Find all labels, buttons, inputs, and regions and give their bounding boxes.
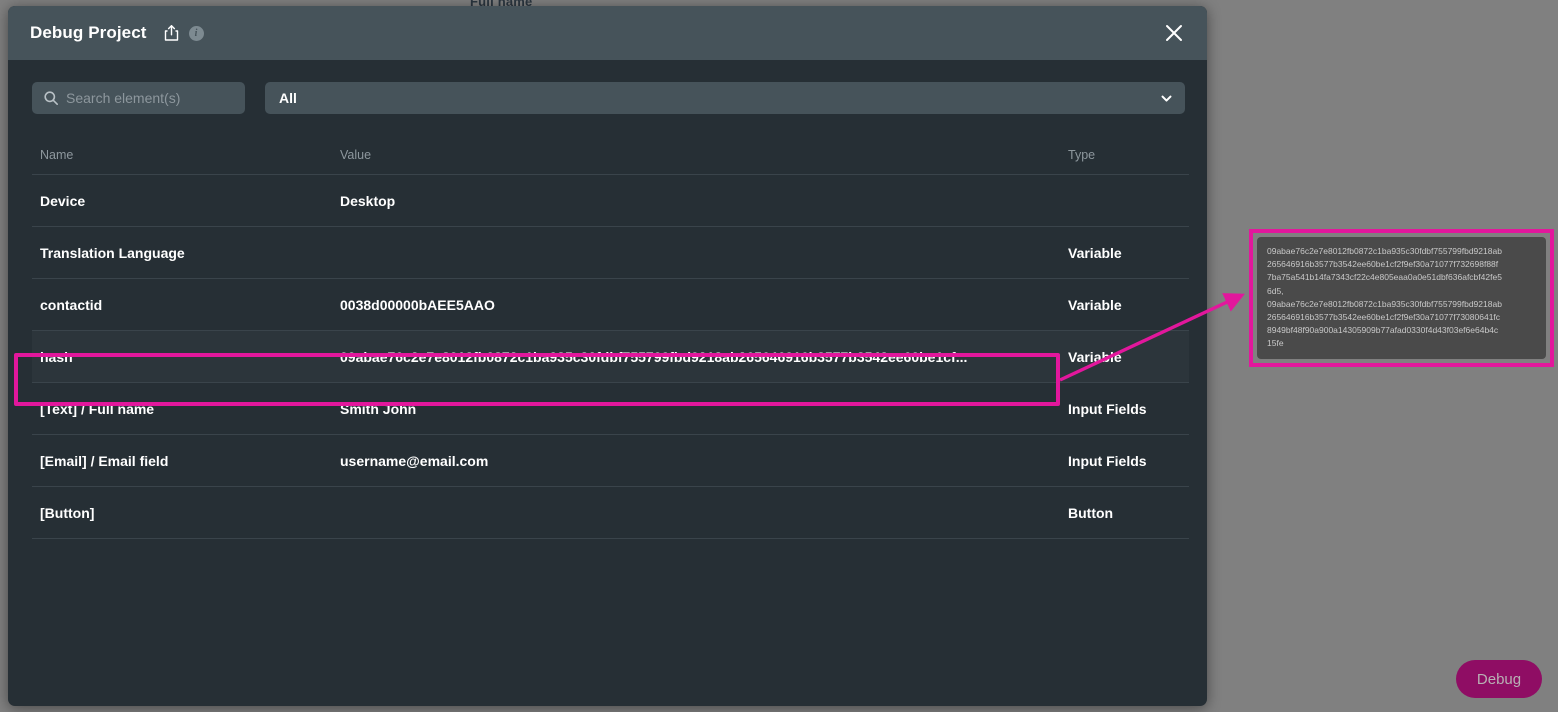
page-title: Debug Project (30, 23, 147, 42)
page-root: Full name Debug Debug Project i Search e… (0, 0, 1558, 712)
cell-value: Smith John (332, 382, 1060, 435)
tooltip-line: 09abae76c2e7e8012fb0872c1ba935c30fdbf755… (1267, 246, 1502, 256)
type-filter-value: All (279, 90, 297, 106)
cell-name: contactid (32, 278, 332, 331)
elements-table-body: Device Desktop Translation Language Variabl… (32, 174, 1189, 539)
table-row[interactable]: hash 09abae76c2e7e8012fb0872c1ba935c30fdb… (32, 330, 1189, 383)
elements-table: Name Value Type Device Desktop Translation… (32, 114, 1189, 539)
panel-controls: All (8, 60, 1207, 114)
cell-name: Device (32, 174, 332, 227)
tooltip-line: 7ba75a541b14fa7343cf22c4e805eaa0a0e51dbf… (1267, 272, 1502, 283)
table-row[interactable]: [Button] Button (32, 486, 1189, 539)
search-icon (43, 90, 59, 106)
table-row[interactable]: [Email] / Email field username@email.com I… (32, 434, 1189, 487)
cell-value (332, 226, 1060, 279)
cell-value: Desktop (332, 174, 1060, 227)
table-header-row: Name Value Type (32, 114, 1189, 175)
debug-fab-button[interactable]: Debug (1456, 660, 1542, 698)
cell-type: Button (1060, 486, 1189, 539)
share-icon[interactable] (163, 24, 180, 42)
chevron-down-icon (1160, 92, 1173, 105)
tooltip-line: 265646916b3577b3542ee60be1cf2f9ef30a7107… (1267, 259, 1499, 270)
table-row[interactable]: Device Desktop (32, 174, 1189, 227)
tooltip-line: 265646916b3577b3542ee60be1cf2f9ef30a7107… (1267, 312, 1501, 323)
cell-type: Input Fields (1060, 382, 1189, 435)
cell-type: Variable (1060, 330, 1189, 383)
table-row[interactable]: Translation Language Variable (32, 226, 1189, 279)
column-header-value: Value (332, 114, 1060, 175)
tooltip-line: 6d5, (1267, 285, 1284, 296)
tooltip-line: 15fe (1267, 338, 1284, 349)
cell-value: 0038d00000bAEE5AAO (332, 278, 1060, 331)
cell-name: [Button] (32, 486, 332, 539)
column-header-type: Type (1060, 114, 1189, 175)
info-icon[interactable]: i (188, 25, 204, 41)
header-icon-group: i (163, 24, 204, 42)
cell-type (1060, 174, 1189, 227)
column-header-name: Name (32, 114, 332, 175)
cell-value (332, 486, 1060, 539)
cell-name: hash (32, 330, 332, 383)
cell-type: Variable (1060, 278, 1189, 331)
tooltip-line: 8949bf48f90a900a14305909b77afad0330f4d43… (1267, 325, 1499, 336)
type-filter-select[interactable]: All (265, 82, 1185, 114)
elements-table-area: Name Value Type Device Desktop Translation… (8, 114, 1207, 706)
hash-value-tooltip: 09abae76c2e7e8012fb0872c1ba935c30fdbf755… (1257, 237, 1546, 359)
cell-type: Variable (1060, 226, 1189, 279)
tooltip-line: 09abae76c2e7e8012fb0872c1ba935c30fdbf755… (1267, 298, 1502, 309)
cell-value: username@email.com (332, 434, 1060, 487)
panel-header: Debug Project i (8, 6, 1207, 60)
cell-value: 09abae76c2e7e8012fb0872c1ba935c30fdbf755… (332, 330, 1060, 383)
close-icon[interactable] (1159, 18, 1189, 48)
search-box[interactable] (32, 82, 245, 114)
table-row[interactable]: contactid 0038d00000bAEE5AAO Variable (32, 278, 1189, 331)
debug-project-panel: Debug Project i Search element(s) All Na… (8, 6, 1207, 706)
cell-type: Input Fields (1060, 434, 1189, 487)
cell-name: [Email] / Email field (32, 434, 332, 487)
search-input[interactable] (66, 90, 245, 106)
table-row[interactable]: [Text] / Full name Smith John Input Fields (32, 382, 1189, 435)
cell-name: Translation Language (32, 226, 332, 279)
cell-name: [Text] / Full name (32, 382, 332, 435)
